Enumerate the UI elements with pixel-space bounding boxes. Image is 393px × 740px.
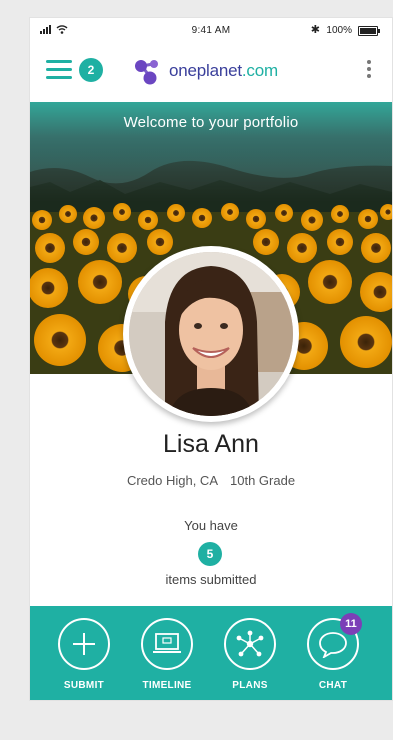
profile-details: Credo High, CA 10th Grade xyxy=(30,473,392,488)
hero-title: Welcome to your portfolio xyxy=(123,114,299,131)
profile-photo xyxy=(129,252,293,416)
grade-level: 10th Grade xyxy=(230,473,296,488)
timeline-circle xyxy=(141,618,193,670)
brand-name-tld: .com xyxy=(241,61,278,80)
chat-bubble-icon xyxy=(319,632,347,658)
brand-name: oneplanet.com xyxy=(169,61,278,81)
bluetooth-icon: ✱ xyxy=(310,24,320,36)
network-icon xyxy=(236,630,264,657)
brand-name-main: oneplanet xyxy=(169,61,242,80)
tab-chat[interactable]: 11 CHAT xyxy=(298,613,368,698)
menu-line xyxy=(46,60,72,63)
tab-plans[interactable]: PLANS xyxy=(215,618,285,698)
tab-plans-label: PLANS xyxy=(232,680,268,691)
oneplanet-logo-icon xyxy=(135,60,158,85)
tab-chat-label: CHAT xyxy=(318,680,348,691)
tab-timeline[interactable]: TIMELINE xyxy=(132,618,202,698)
tab-submit-label: SUBMIT xyxy=(63,680,105,691)
battery-icon xyxy=(358,26,380,36)
hamburger-menu-button[interactable] xyxy=(46,56,74,84)
tab-submit[interactable]: SUBMIT xyxy=(49,618,119,698)
submit-circle xyxy=(58,618,110,670)
battery-percent: 100% xyxy=(326,25,352,36)
profile-avatar[interactable] xyxy=(123,246,299,422)
person-portrait-image xyxy=(129,252,293,416)
more-options-icon[interactable] xyxy=(366,60,372,82)
chat-circle: 11 xyxy=(307,613,362,670)
chat-unread-badge: 11 xyxy=(340,613,362,635)
profile-name: Lisa Ann xyxy=(163,430,259,458)
notification-badge[interactable]: 2 xyxy=(79,58,103,82)
plans-circle xyxy=(224,618,276,670)
tab-timeline-label: TIMELINE xyxy=(142,680,192,691)
status-bar: 9:41 AM ✱ 100% xyxy=(30,18,392,44)
oneplanet-logo[interactable]: oneplanet.com xyxy=(133,56,278,86)
menu-line xyxy=(46,68,72,71)
summary-prefix: You have xyxy=(184,518,238,533)
plus-icon xyxy=(73,633,95,655)
items-count-badge[interactable]: 5 xyxy=(198,542,222,566)
app-bar: 2 oneplanet.com xyxy=(30,44,392,102)
bottom-tab-bar: SUBMIT TIMELINE PLANS 11 CHAT xyxy=(30,606,392,700)
laptop-icon xyxy=(153,633,181,653)
phone-screen: 9:41 AM ✱ 100% 2 oneplanet.com Welcome t… xyxy=(30,18,392,700)
summary-suffix: items submitted xyxy=(165,572,257,587)
menu-line xyxy=(46,76,72,79)
school-name: Credo High, CA xyxy=(126,473,218,488)
